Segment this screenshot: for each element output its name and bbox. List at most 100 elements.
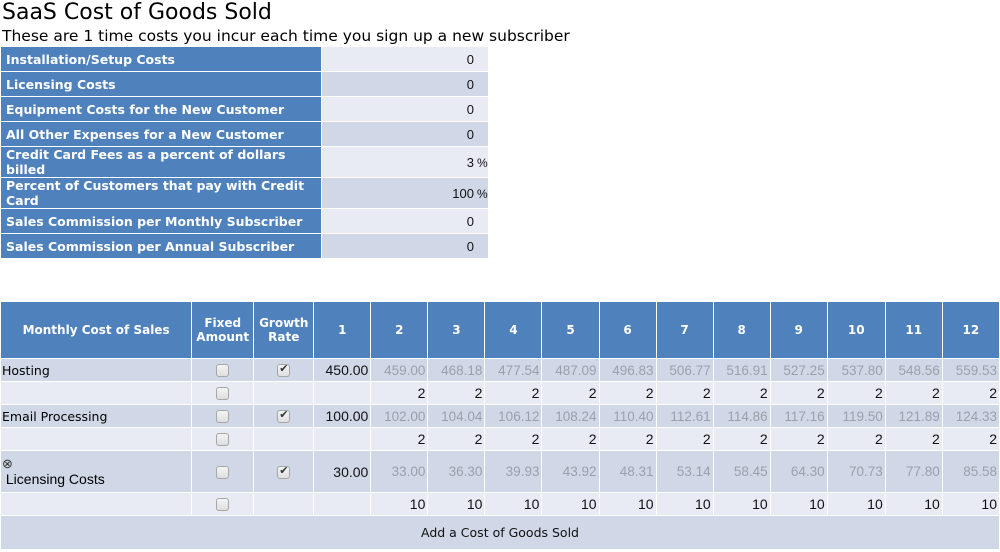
one-time-cost-value[interactable]: 3 [467, 155, 474, 170]
empty-cell [0, 492, 193, 516]
growth-rate-input[interactable]: 2 [884, 381, 943, 405]
growth-rate-input[interactable]: 2 [884, 427, 943, 451]
growth-rate-cell [253, 358, 315, 382]
remove-icon[interactable]: ⊗ [2, 457, 189, 471]
one-time-cost-row: Licensing Costs 0 [0, 71, 489, 97]
header-month-1: 1 [313, 301, 372, 359]
base-amount-input[interactable]: 30.00 [313, 450, 372, 493]
projected-value: 102.00 [370, 404, 429, 428]
one-time-cost-input[interactable]: 0 [321, 233, 489, 259]
fixed-amount-checkbox[interactable] [216, 410, 230, 424]
growth-rate-cell [253, 450, 315, 493]
empty-cell [253, 427, 315, 451]
one-time-cost-input[interactable]: 0 [321, 121, 489, 147]
cost-name-cell[interactable]: ⊗ Licensing Costs [0, 450, 193, 493]
one-time-cost-input[interactable]: 3% [321, 146, 489, 178]
one-time-cost-input[interactable]: 0 [321, 96, 489, 122]
one-time-cost-value[interactable]: 0 [467, 77, 474, 92]
growth-rate-input[interactable]: 10 [769, 492, 828, 516]
one-time-cost-input[interactable]: 0 [321, 46, 489, 72]
table-header-row: Monthly Cost of Sales Fixed Amount Growth… [0, 301, 1000, 359]
one-time-cost-input[interactable]: 0 [321, 208, 489, 234]
growth-rate-checkbox[interactable] [277, 464, 291, 479]
fixed-amount-checkbox[interactable] [216, 364, 230, 378]
add-cost-of-goods-sold-button[interactable]: Add a Cost of Goods Sold [0, 515, 1000, 550]
empty-cell [0, 381, 193, 405]
growth-rate-row: 22222222222 [0, 381, 1000, 405]
growth-rate-row: 10 10 10 10 10 10 10 10 10 10 10 [0, 492, 1000, 516]
growth-rate-input[interactable]: 2 [598, 381, 657, 405]
projected-value: 516.91 [712, 358, 771, 382]
growth-rate-input[interactable]: 10 [541, 492, 600, 516]
projected-value: 537.80 [826, 358, 886, 382]
projected-value: 527.25 [769, 358, 828, 382]
one-time-cost-input[interactable]: 0 [321, 71, 489, 97]
cost-name[interactable]: Licensing Costs [6, 471, 105, 487]
cost-row: ⊗ Licensing Costs 30.0033.0036.3039.9343.… [0, 450, 1000, 493]
cost-row: Email Processing 100.00102.00104.04106.12… [0, 404, 1000, 428]
one-time-cost-value[interactable]: 0 [467, 214, 474, 229]
growth-rate-input[interactable]: 2 [655, 381, 714, 405]
header-month-5: 5 [541, 301, 600, 359]
header-month-10: 10 [826, 301, 886, 359]
one-time-cost-value[interactable]: 0 [467, 52, 474, 67]
one-time-cost-value[interactable]: 100 [452, 186, 474, 201]
growth-rate-input[interactable]: 2 [484, 427, 543, 451]
one-time-cost-value[interactable]: 0 [467, 102, 474, 117]
growth-rate-input [313, 427, 372, 451]
growth-rate-input[interactable]: 2 [769, 427, 828, 451]
growth-rate-input[interactable]: 2 [427, 427, 486, 451]
projected-value: 43.92 [541, 450, 600, 493]
one-time-cost-value[interactable]: 0 [467, 127, 474, 142]
projected-value: 506.77 [655, 358, 714, 382]
header-fixed-amount: Fixed Amount [191, 301, 255, 359]
projected-value: 477.54 [484, 358, 543, 382]
fixed-amount-checkbox[interactable] [216, 387, 230, 401]
percent-unit: % [477, 155, 488, 170]
fixed-amount-checkbox[interactable] [216, 433, 230, 447]
growth-rate-input[interactable]: 2 [541, 427, 600, 451]
growth-rate-input[interactable]: 10 [884, 492, 943, 516]
fixed-amount-cell [191, 404, 255, 428]
growth-rate-checkbox[interactable] [277, 408, 291, 424]
growth-rate-input[interactable]: 2 [655, 427, 714, 451]
growth-rate-input[interactable]: 2 [826, 381, 886, 405]
growth-rate-input[interactable]: 10 [598, 492, 657, 516]
growth-rate-checkbox[interactable] [277, 362, 291, 378]
fixed-amount-checkbox[interactable] [216, 498, 230, 512]
growth-rate-input[interactable]: 2 [769, 381, 828, 405]
projected-value: 58.45 [712, 450, 771, 493]
cost-name[interactable]: Hosting [0, 358, 193, 382]
growth-rate-input[interactable]: 2 [370, 381, 429, 405]
one-time-cost-value[interactable]: 0 [467, 239, 474, 254]
projected-value: 53.14 [655, 450, 714, 493]
growth-rate-input[interactable]: 2 [941, 381, 1000, 405]
growth-rate-input[interactable]: 10 [427, 492, 486, 516]
growth-rate-input[interactable]: 10 [484, 492, 543, 516]
growth-rate-input[interactable]: 10 [370, 492, 429, 516]
growth-rate-input[interactable]: 2 [541, 381, 600, 405]
growth-rate-input[interactable]: 2 [370, 427, 429, 451]
header-month-6: 6 [598, 301, 657, 359]
growth-rate-input[interactable]: 2 [427, 381, 486, 405]
growth-rate-input[interactable]: 2 [712, 381, 771, 405]
growth-rate-input[interactable]: 10 [941, 492, 1000, 516]
base-amount-input[interactable]: 100.00 [313, 404, 372, 428]
one-time-cost-label: All Other Expenses for a New Customer [0, 121, 322, 147]
base-amount-input[interactable]: 450.00 [313, 358, 372, 382]
growth-rate-input[interactable]: 10 [712, 492, 771, 516]
projected-value: 117.16 [769, 404, 828, 428]
growth-rate-input[interactable]: 2 [941, 427, 1000, 451]
growth-rate-input[interactable]: 10 [655, 492, 714, 516]
fixed-amount-checkbox[interactable] [216, 465, 230, 479]
cost-name[interactable]: Email Processing [0, 404, 193, 428]
growth-rate-input[interactable]: 2 [712, 427, 771, 451]
growth-rate-input[interactable]: 10 [826, 492, 886, 516]
growth-rate-input[interactable]: 2 [598, 427, 657, 451]
growth-rate-input[interactable]: 2 [826, 427, 886, 451]
projected-value: 39.93 [484, 450, 543, 493]
one-time-cost-input[interactable]: 100% [321, 177, 489, 209]
projected-value: 108.24 [541, 404, 600, 428]
growth-rate-input[interactable]: 2 [484, 381, 543, 405]
header-month-9: 9 [769, 301, 828, 359]
